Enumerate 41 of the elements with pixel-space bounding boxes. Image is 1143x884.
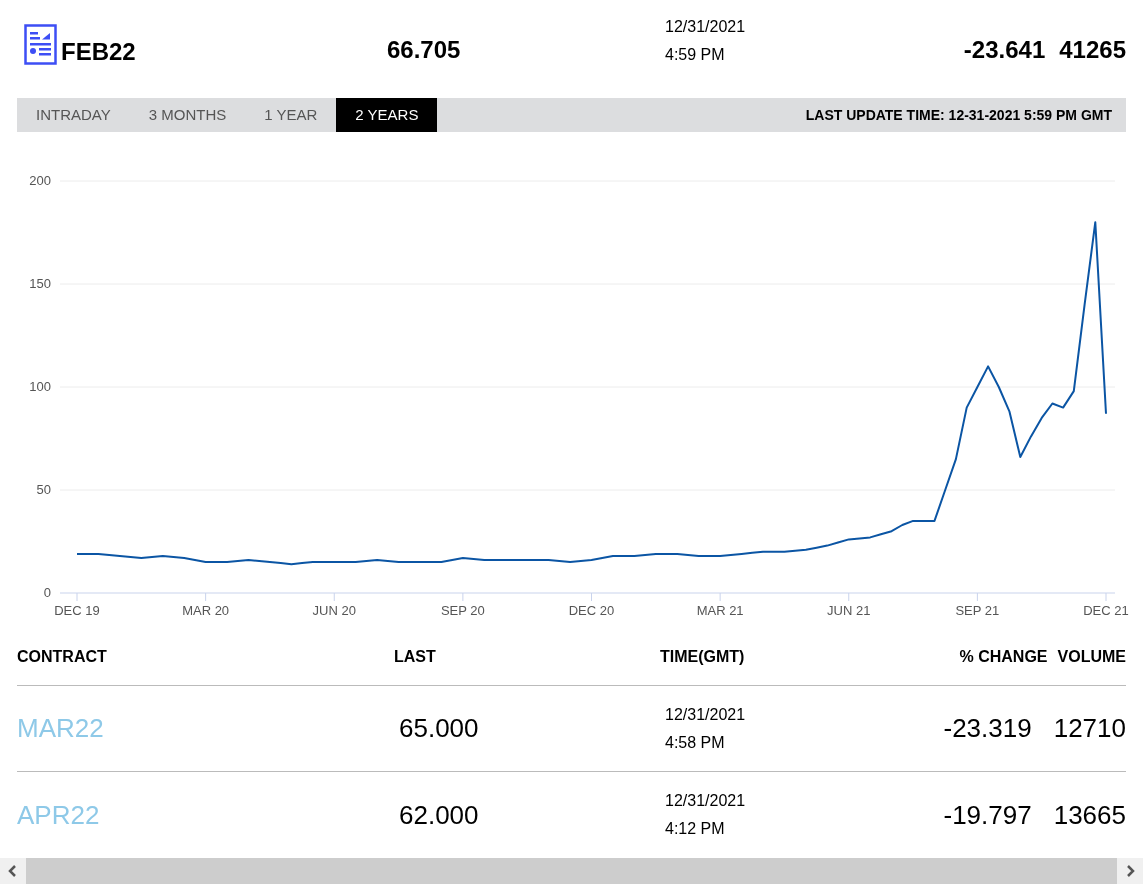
column-header: LAST [394, 646, 437, 667]
update-time: 4:59 PM [665, 45, 726, 65]
last-price: 66.705 [387, 35, 462, 65]
percent-change: -23.641 [963, 35, 1046, 65]
x-tick-label: MAR 20 [182, 603, 230, 619]
table-cell-text: 12/31/2021 [665, 704, 747, 725]
y-tick-label: 0 [43, 585, 51, 601]
x-tick-label: DEC 19 [54, 603, 100, 619]
volume: 41265 [1059, 35, 1126, 65]
column-header: VOLUME [1057, 646, 1126, 667]
x-tick-label: JUN 21 [827, 603, 871, 619]
column-header: % CHANGE [959, 646, 1048, 667]
x-tick-label: SEP 20 [440, 603, 485, 619]
x-tick-label: DEC 20 [568, 603, 615, 619]
range-tab[interactable]: 1 YEAR [245, 97, 337, 133]
y-tick-label: 100 [29, 379, 51, 395]
table-cell-text: 12/31/2021 [665, 791, 747, 812]
table-cell-text: -23.319 [943, 712, 1032, 746]
table-cell-text: 65.000 [399, 712, 480, 746]
table-cell-text: 13665 [1053, 798, 1126, 832]
report-icon [24, 24, 57, 65]
table-cell-text: -19.797 [943, 798, 1032, 832]
last-update-time: LAST UPDATE TIME: 12-31-2021 5:59 PM GMT [805, 105, 1113, 125]
column-header: TIME(GMT) [660, 646, 746, 667]
table-cell-text: 4:58 PM [665, 732, 726, 753]
y-tick-label: 50 [36, 482, 51, 498]
x-tick-label: MAR 21 [696, 603, 744, 619]
x-tick-label: JUN 20 [312, 603, 356, 619]
table-cell-text: 62.000 [399, 798, 480, 832]
y-tick-label: 200 [29, 173, 51, 189]
table-cell-text: 4:12 PM [665, 819, 726, 840]
y-tick-label: 150 [29, 276, 51, 292]
range-tab[interactable]: 2 YEARS [336, 97, 438, 133]
range-tab[interactable]: 3 MONTHS [129, 97, 246, 133]
x-tick-label: DEC 21 [1083, 603, 1129, 619]
x-tick-label: SEP 21 [955, 603, 1000, 619]
update-date: 12/31/2021 [665, 17, 747, 37]
table-cell-text: 12710 [1053, 712, 1126, 746]
column-header: CONTRACT [17, 646, 108, 667]
contract-name: FEB22 [61, 40, 136, 64]
range-tab[interactable]: INTRADAY [17, 97, 130, 133]
